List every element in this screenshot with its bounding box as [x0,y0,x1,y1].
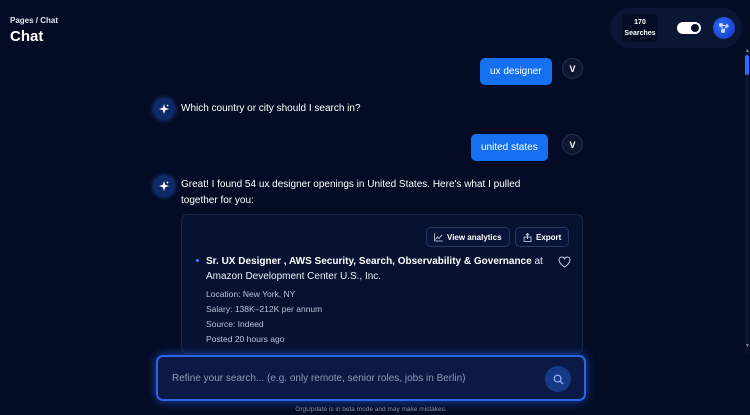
bot-avatar [154,99,174,119]
bot-avatar [154,176,174,196]
job-listing: Sr. UX Designer , AWS Security, Search, … [206,254,556,284]
user-message: united states [471,134,548,161]
search-count-badge: 170 Searches [622,14,658,42]
user-message: ux designer [480,58,552,85]
view-analytics-label: View analytics [447,232,502,242]
top-controls: 170 Searches [610,8,742,48]
beta-disclaimer: OrgUpdate is in beta mode and may make m… [295,406,447,413]
chat-input-box [156,355,586,401]
job-results-card: View analytics Export Sr. UX Designer , … [181,214,583,354]
bot-message-line: Great! I found 54 ux designer openings i… [181,179,521,190]
scrollbar-thumb[interactable] [745,55,749,75]
chat-scrollbar[interactable] [745,48,749,354]
job-posted: Posted 20 hours ago [206,334,285,344]
scroll-up-arrow-icon[interactable]: ▲ [745,48,750,54]
bot-message: Which country or city should I search in… [181,103,361,114]
theme-toggle[interactable] [677,22,701,34]
bot-message: Great! I found 54 ux designer openings i… [181,177,520,209]
sparkle-icon [159,104,169,114]
job-location: Location: New York, NY [206,289,296,299]
breadcrumb: Pages / Chat [10,16,59,25]
toggle-knob [691,24,699,32]
search-refine-input[interactable] [172,370,532,386]
bot-message-line: together for you: [181,195,254,206]
page-header: Pages / Chat Chat [10,16,58,45]
heart-icon [558,256,571,268]
account-avatar[interactable] [713,17,735,39]
sparkle-icon [159,181,169,191]
favorite-button[interactable] [558,255,571,273]
export-button[interactable]: Export [515,227,570,247]
export-icon [523,232,532,242]
trend-chart-icon [434,233,443,241]
user-avatar: V [562,58,583,79]
scroll-down-arrow-icon[interactable]: ▼ [745,343,750,349]
export-label: Export [536,232,562,242]
page-title: Chat [10,28,44,45]
user-avatar: V [562,134,583,155]
network-icon [719,23,729,33]
job-company: Amazon Development Center U.S., Inc. [206,271,382,282]
job-at-text: at [534,256,543,267]
job-source: Source: Indeed [206,319,264,329]
search-icon [553,374,563,384]
send-button[interactable] [545,366,571,392]
search-count-value: 170 [634,19,646,26]
view-analytics-button[interactable]: View analytics [426,227,510,247]
job-salary: Salary: 138K–212K per annum [206,304,323,314]
job-title-link[interactable]: Sr. UX Designer , AWS Security, Search, … [206,256,532,267]
job-bullet [196,259,199,262]
search-count-label: Searches [624,30,656,37]
